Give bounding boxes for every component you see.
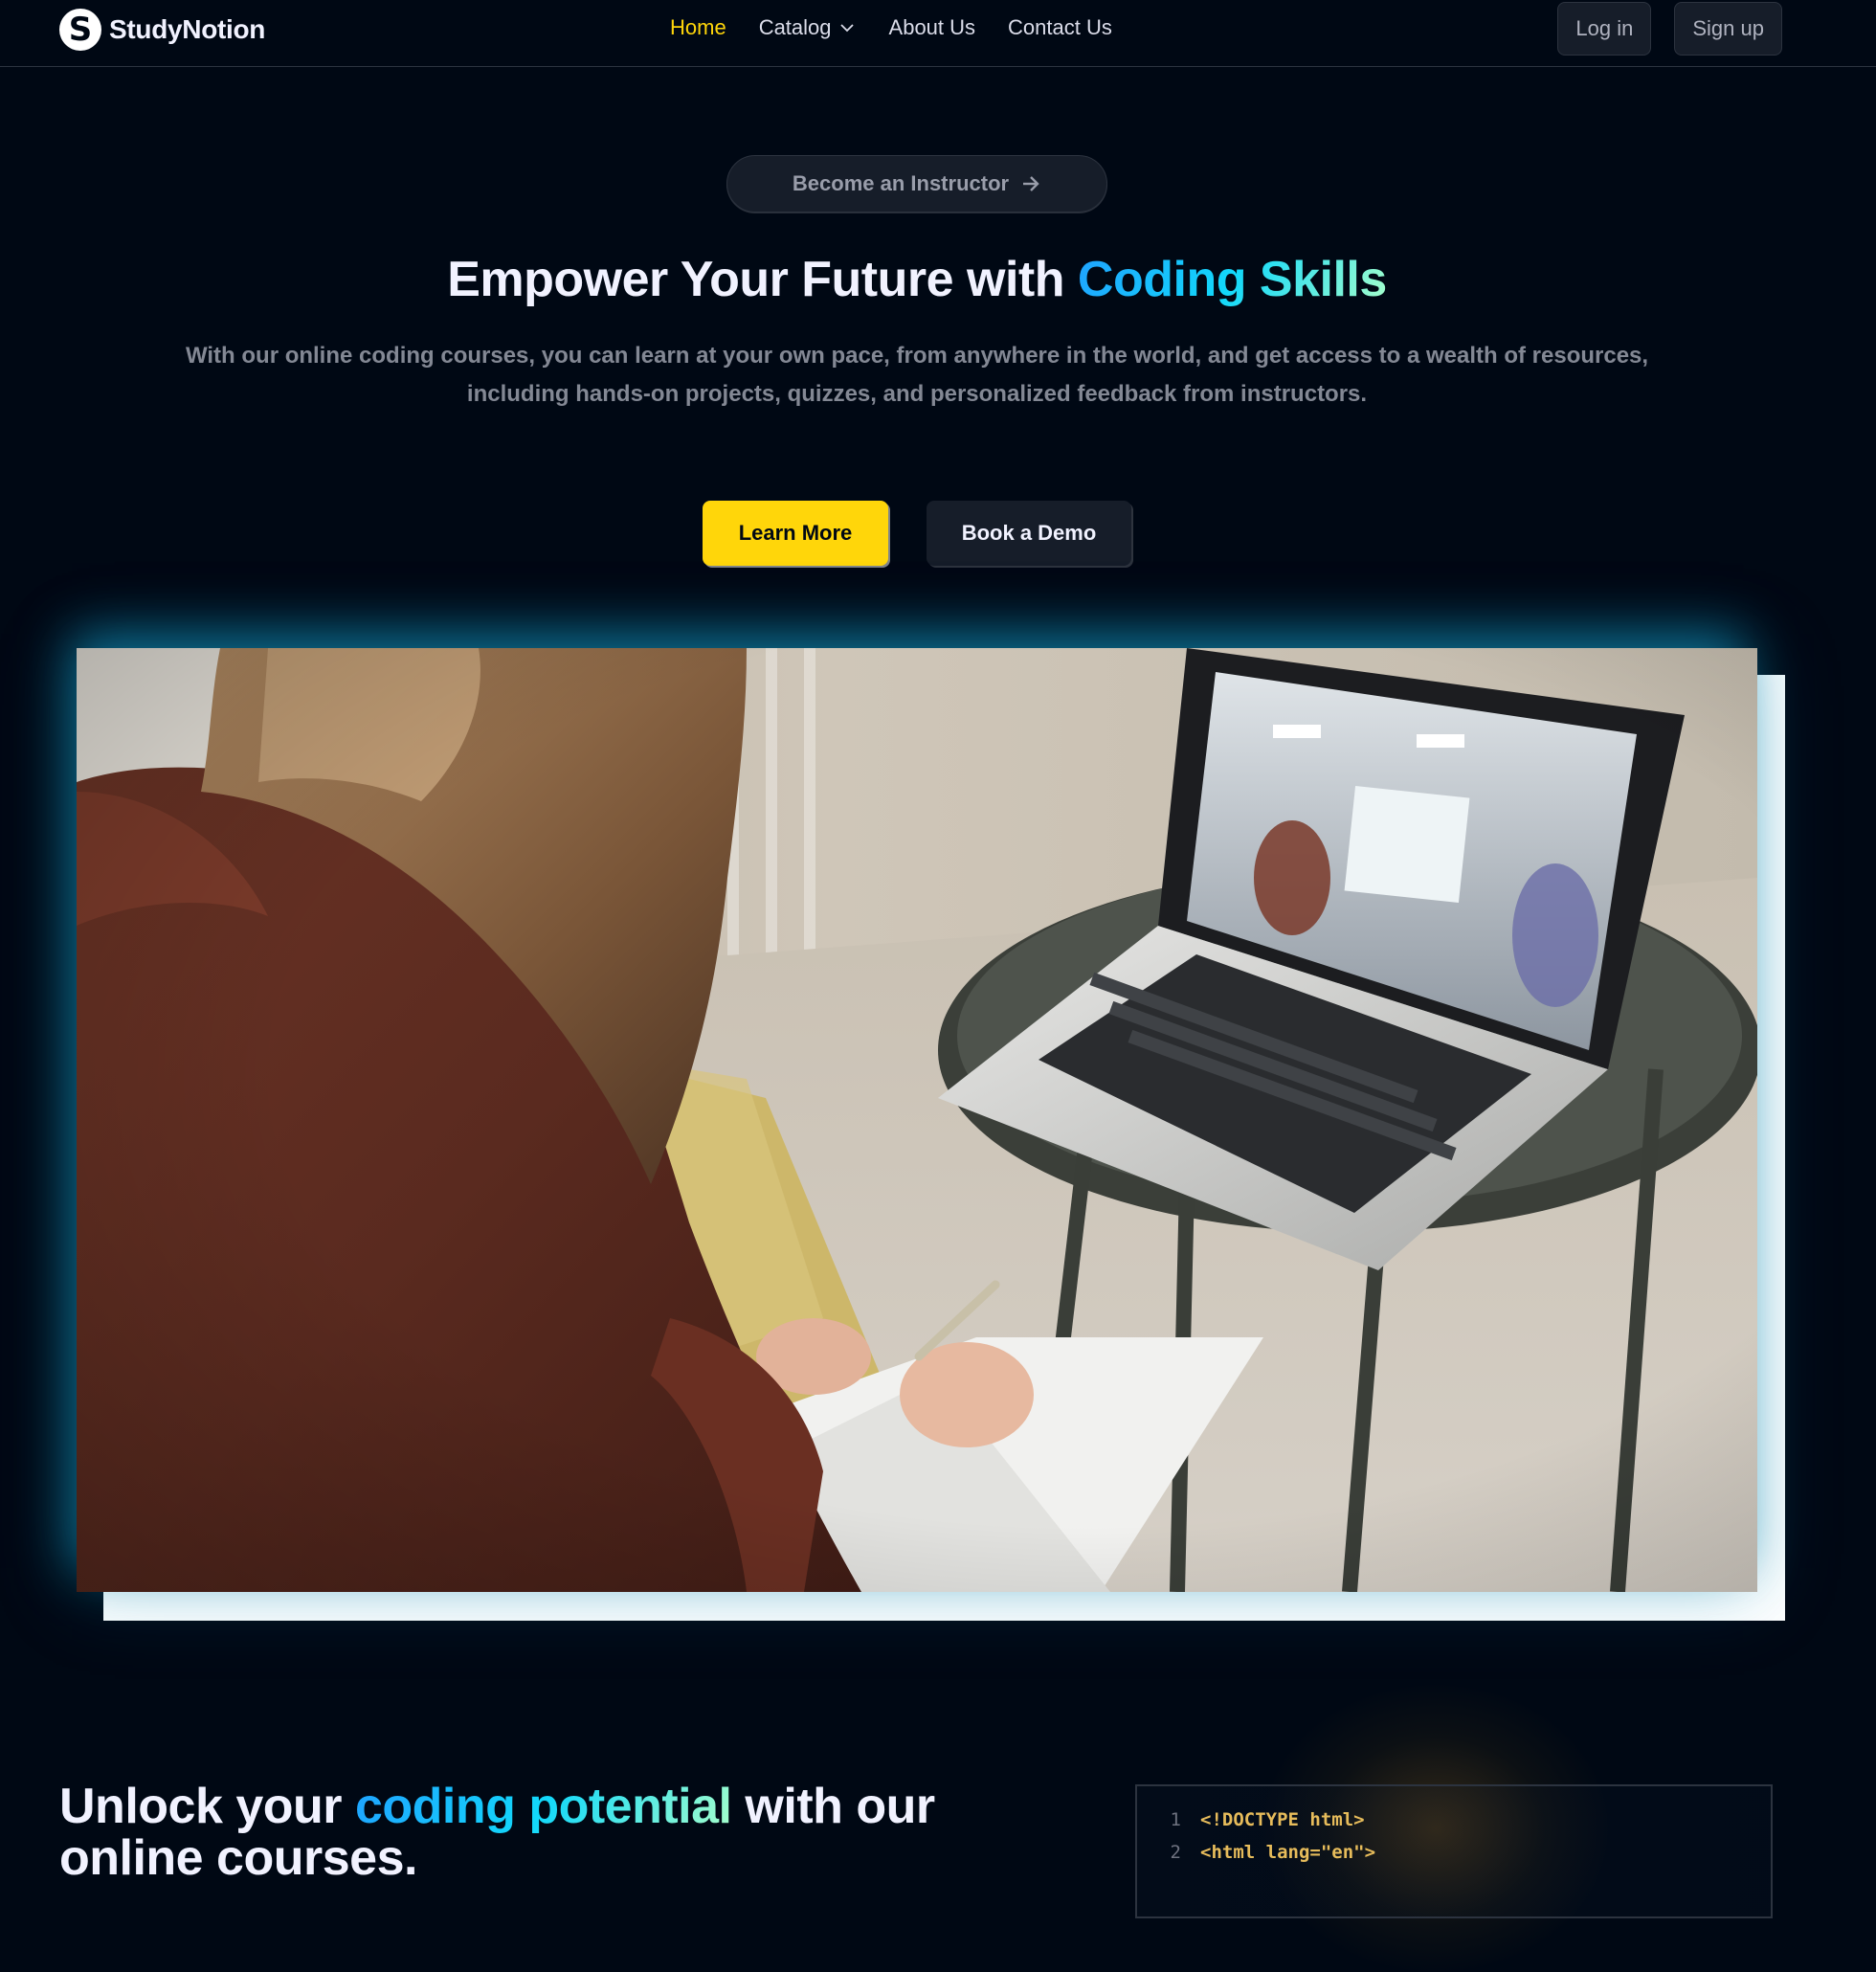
auth-buttons: Log in Sign up — [1557, 2, 1782, 56]
hero-title: Empower Your Future with Coding Skills — [0, 251, 1834, 308]
nav-link-about[interactable]: About Us — [889, 15, 976, 40]
nav-link-catalog-label: Catalog — [758, 15, 832, 39]
code-line-number: 2 — [1170, 1842, 1181, 1863]
become-instructor-button[interactable]: Become an Instructor — [726, 155, 1107, 213]
hero-title-highlight: Coding Skills — [1077, 252, 1387, 307]
logo[interactable]: S StudyNotion — [59, 8, 265, 52]
section2-title-prefix: Unlock your — [59, 1779, 355, 1834]
learn-more-button[interactable]: Learn More — [703, 501, 888, 566]
navbar: S StudyNotion Home Catalog About Us Cont… — [0, 0, 1876, 67]
code-block: 1 <!DOCTYPE html> 2 <html lang="en"> — [1135, 1784, 1773, 1918]
nav-link-catalog[interactable]: Catalog — [759, 15, 857, 40]
book-demo-button[interactable]: Book a Demo — [927, 501, 1131, 566]
section2-title-highlight: coding potential — [354, 1779, 732, 1834]
code-line: 1 <!DOCTYPE html> — [1137, 1809, 1365, 1830]
code-line-text: <html lang="en"> — [1200, 1842, 1376, 1863]
signup-button[interactable]: Sign up — [1674, 2, 1782, 56]
hero-subtitle: With our online coding courses, you can … — [185, 343, 1649, 407]
main-nav: Home Catalog About Us Contact Us — [670, 15, 1112, 40]
login-button[interactable]: Log in — [1557, 2, 1652, 56]
arrow-right-icon — [1023, 176, 1039, 191]
code-line-number: 1 — [1170, 1809, 1181, 1830]
hero-photo-illustration — [77, 648, 1757, 1592]
code-line-text: <!DOCTYPE html> — [1200, 1809, 1365, 1830]
hero-image — [77, 648, 1757, 1592]
code-line: 2 <html lang="en"> — [1137, 1842, 1375, 1863]
nav-link-home[interactable]: Home — [670, 15, 726, 40]
chevron-down-icon — [839, 24, 854, 33]
brand-name: StudyNotion — [109, 14, 266, 44]
become-instructor-label: Become an Instructor — [792, 171, 1010, 195]
hero-title-prefix: Empower Your Future with — [447, 252, 1078, 307]
logo-icon: S — [59, 9, 101, 51]
section2-title: Unlock your coding potential with our on… — [59, 1781, 1016, 1884]
nav-link-contact[interactable]: Contact Us — [1008, 15, 1112, 40]
hero-cta-row: Learn More Book a Demo — [703, 501, 1131, 566]
